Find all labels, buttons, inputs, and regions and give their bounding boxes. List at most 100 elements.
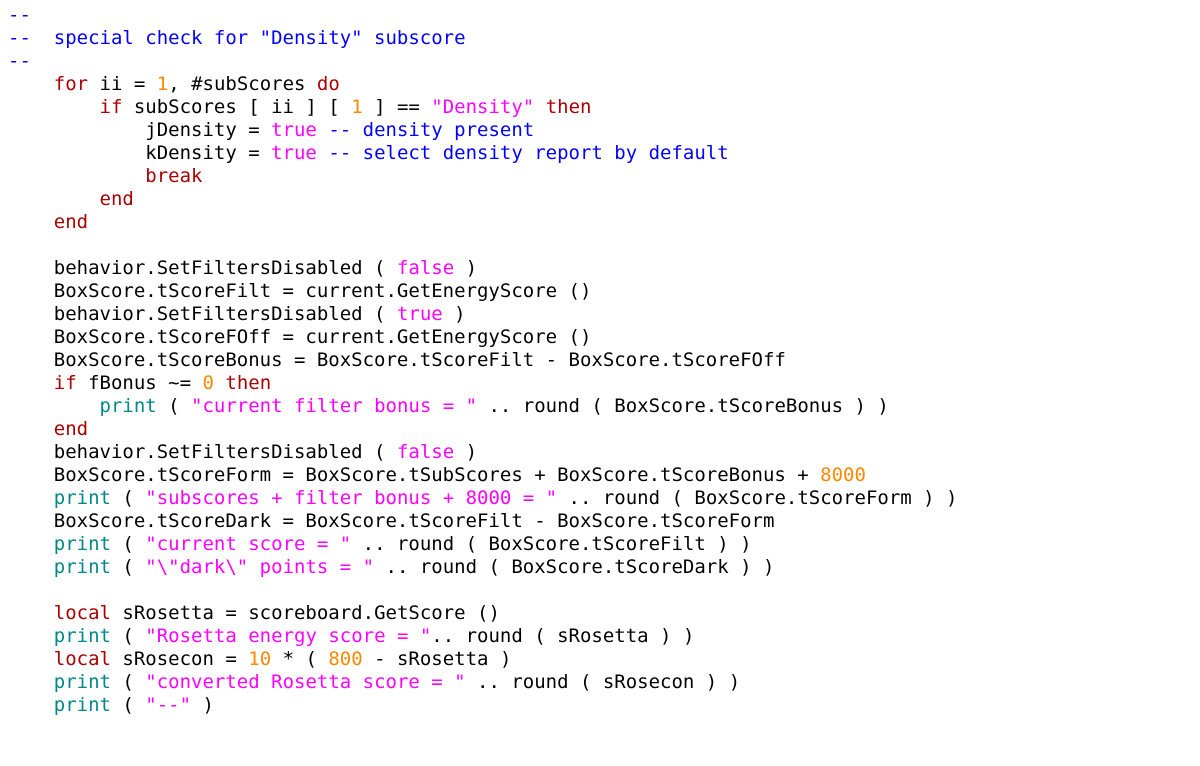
code-token: - sRosetta ) [363,648,512,670]
code-token: for [54,73,88,95]
code-token: 8000 [820,464,866,486]
code-line: BoxScore.tScoreFilt = current.GetEnergyS… [8,280,591,302]
code-token: then [546,96,592,118]
code-token: false [397,257,454,279]
code-token [8,395,100,417]
code-token: print [100,395,157,417]
code-token: end [100,188,134,210]
code-token: ) [443,303,466,325]
code-token: print [54,487,111,509]
code-line: BoxScore.tScoreDark = BoxScore.tScoreFil… [8,510,774,532]
code-line: jDensity = true -- density present [8,119,534,141]
code-line: BoxScore.tScoreBonus = BoxScore.tScoreFi… [8,349,786,371]
code-token: print [54,694,111,716]
code-token: , #subScores [168,73,317,95]
code-token: BoxScore.tScoreFOff = current.GetEnergyS… [8,326,591,348]
code-token: behavior.SetFiltersDisabled ( [8,257,397,279]
code-token: ( [111,625,145,647]
code-token: ( [111,487,145,509]
code-token: "current filter bonus = " [191,395,477,417]
code-line: BoxScore.tScoreFOff = current.GetEnergyS… [8,326,591,348]
code-token: "current score = " [145,533,351,555]
code-line: print ( "subscores + filter bonus + 8000… [8,487,957,509]
code-token: true [271,142,317,164]
code-token: ( [111,671,145,693]
code-line: for ii = 1, #subScores do [8,73,340,95]
code-token: jDensity = [8,119,271,141]
code-token [8,533,54,555]
code-token: 10 [248,648,271,670]
code-token: ( [157,395,191,417]
code-token: local [54,648,111,670]
code-line: end [8,418,88,440]
code-token [317,119,328,141]
code-token: BoxScore.tScoreForm = BoxScore.tSubScore… [8,464,820,486]
code-token [8,73,54,95]
code-token: .. round ( BoxScore.tScoreDark ) ) [374,556,774,578]
code-line: if subScores [ ii ] [ 1 ] == "Density" t… [8,96,591,118]
code-token [8,487,54,509]
code-token: * ( [271,648,328,670]
code-line: local sRosecon = 10 * ( 800 - sRosetta ) [8,648,511,670]
code-line: end [8,188,134,210]
code-line: print ( "--" ) [8,694,214,716]
code-token: behavior.SetFiltersDisabled ( [8,303,397,325]
code-token: print [54,625,111,647]
code-token: sRosecon = [111,648,248,670]
code-line: behavior.SetFiltersDisabled ( false ) [8,257,477,279]
code-token: ] == [363,96,432,118]
code-token: .. round ( BoxScore.tScoreForm ) ) [557,487,957,509]
code-token [317,142,328,164]
code-token [534,96,545,118]
code-token: behavior.SetFiltersDisabled ( [8,441,397,463]
code-token: end [54,418,88,440]
code-token: print [54,556,111,578]
code-token: subScores [ ii ] [ [122,96,351,118]
code-token: ) [454,257,477,279]
code-token: 1 [157,73,168,95]
code-token [8,556,54,578]
code-line: break [8,165,202,187]
code-line [8,579,19,601]
code-token: true [271,119,317,141]
code-token [8,625,54,647]
code-token: BoxScore.tScoreFilt = current.GetEnergyS… [8,280,591,302]
code-token: ) [454,441,477,463]
code-token: if [54,372,77,394]
code-token [8,165,145,187]
code-line: print ( "converted Rosetta score = " .. … [8,671,740,693]
code-token: BoxScore.tScoreBonus = BoxScore.tScoreFi… [8,349,786,371]
code-line: behavior.SetFiltersDisabled ( true ) [8,303,466,325]
code-line: -- [8,50,31,72]
code-line: print ( "\"dark\" points = " .. round ( … [8,556,774,578]
code-token: 0 [203,372,214,394]
code-token: "converted Rosetta score = " [145,671,465,693]
code-line: print ( "Rosetta energy score = ".. roun… [8,625,694,647]
code-token: print [54,671,111,693]
code-token [8,579,19,601]
code-token: 800 [328,648,362,670]
code-token [8,96,100,118]
code-token: "\"dark\" points = " [145,556,374,578]
code-token: true [397,303,443,325]
code-token: 1 [351,96,362,118]
code-token [8,372,54,394]
code-line: behavior.SetFiltersDisabled ( false ) [8,441,477,463]
code-token [8,648,54,670]
code-token: "--" [145,694,191,716]
code-token: ( [111,556,145,578]
code-token: fBonus ~= [77,372,203,394]
code-token: do [317,73,340,95]
code-token: if [100,96,123,118]
code-token [8,671,54,693]
code-line: -- special check for "Density" subscore [8,27,466,49]
code-token: kDensity = [8,142,271,164]
code-token: false [397,441,454,463]
code-line: local sRosetta = scoreboard.GetScore () [8,602,500,624]
code-token: .. round ( BoxScore.tScoreBonus ) ) [477,395,889,417]
code-token: -- [8,4,31,26]
code-token: -- density present [328,119,534,141]
code-line [8,234,19,256]
code-token [8,234,19,256]
code-token: "Density" [431,96,534,118]
